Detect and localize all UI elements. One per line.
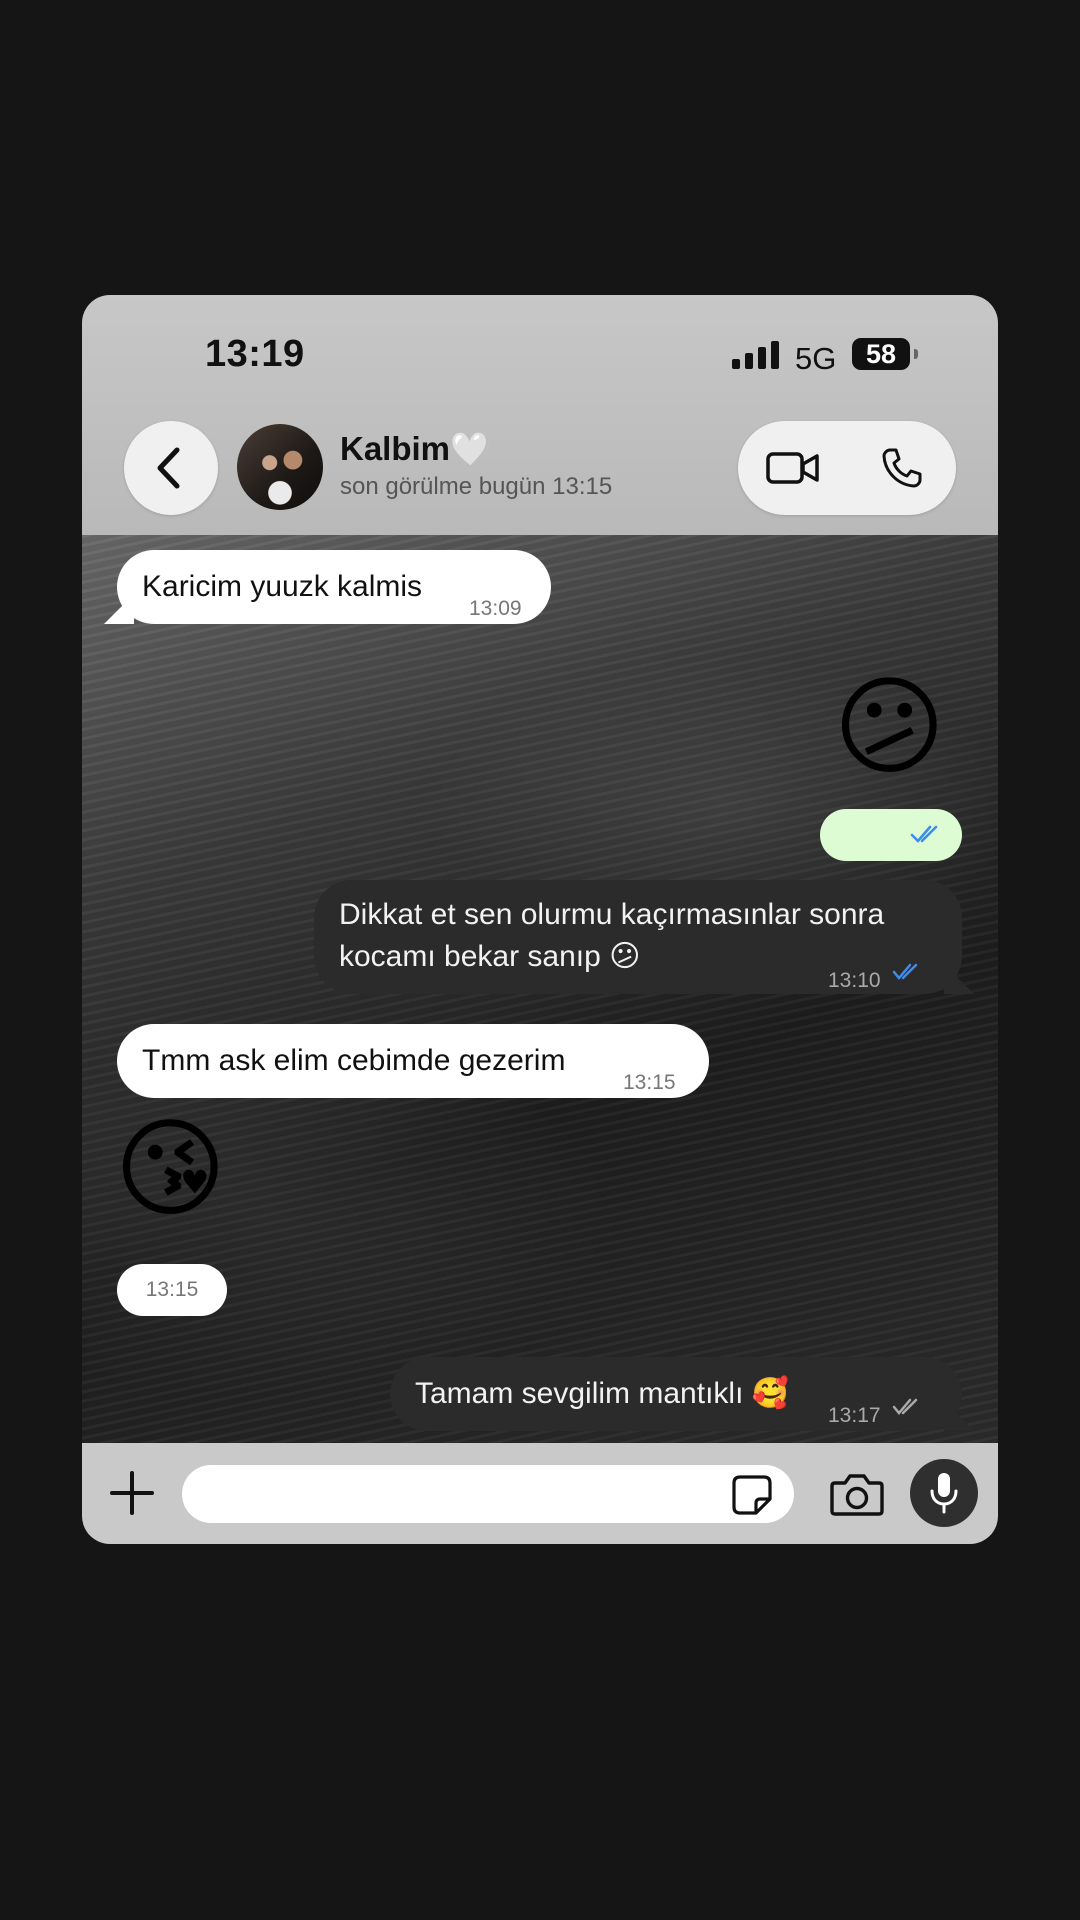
message-time-pill: 13:15 [117,1264,227,1316]
message-time: 13:10 [828,969,881,992]
message-text: Karicim yuuzk kalmis [142,570,423,603]
emoji-message[interactable]: 😕 [833,667,946,787]
call-actions [738,421,956,515]
message-time-pill [820,809,962,861]
message-text-line: kocamı bekar sanıp 😕 [339,940,641,973]
message-bubble-outgoing[interactable]: Tamam sevgilim mantıklı 🥰 13:17 [390,1357,962,1431]
double-check-icon [892,963,918,980]
signal-icon [732,341,779,369]
voice-call-button[interactable] [847,421,956,515]
network-type: 5G [795,341,837,376]
microphone-button[interactable] [910,1459,978,1527]
message-time: 13:09 [469,597,522,620]
message-time: 13:15 [145,1278,199,1301]
last-seen-status: son görülme bugün 13:15 [340,473,613,500]
chat-screen: 13:19 5G 58 Kalbim🤍 son görülme bugün 13… [82,295,998,1544]
plus-icon[interactable] [106,1467,158,1519]
battery-level: 58 [865,339,897,369]
status-time: 13:19 [205,333,305,375]
emoji-message[interactable]: 😘 [114,1109,227,1229]
message-bubble-incoming[interactable]: Tmm ask elim cebimde gezerim 13:15 [117,1024,709,1098]
sticker-icon[interactable] [730,1473,774,1517]
message-bubble-incoming[interactable]: Karicim yuuzk kalmis 13:09 [117,550,551,624]
chevron-left-icon [157,447,180,489]
message-time: 13:15 [623,1071,676,1094]
microphone-icon [930,1473,958,1514]
message-text: Tamam sevgilim mantıklı 🥰 [415,1377,790,1410]
video-call-button[interactable] [738,421,847,515]
message-list[interactable]: Karicim yuuzk kalmis 13:09 😕 Dikkat et s… [82,535,998,1443]
video-camera-icon [765,452,819,484]
double-check-icon [892,1398,918,1415]
double-check-icon [910,825,938,843]
camera-icon[interactable] [830,1469,884,1519]
message-text: Tmm ask elim cebimde gezerim [142,1044,566,1077]
composer-bar [82,1443,998,1544]
header: 13:19 5G 58 Kalbim🤍 son görülme bugün 13… [82,295,998,535]
message-time: 13:17 [828,1404,881,1427]
message-text-line: Dikkat et sen olurmu kaçırmasınlar sonra [339,898,885,931]
phone-icon [882,448,921,488]
battery-icon: 58 [852,338,918,370]
back-button[interactable] [124,421,218,515]
message-bubble-outgoing[interactable]: Dikkat et sen olurmu kaçırmasınlar sonra… [314,880,962,994]
message-input[interactable] [182,1465,794,1523]
contact-name[interactable]: Kalbim🤍 [340,430,491,469]
avatar[interactable] [237,424,323,510]
